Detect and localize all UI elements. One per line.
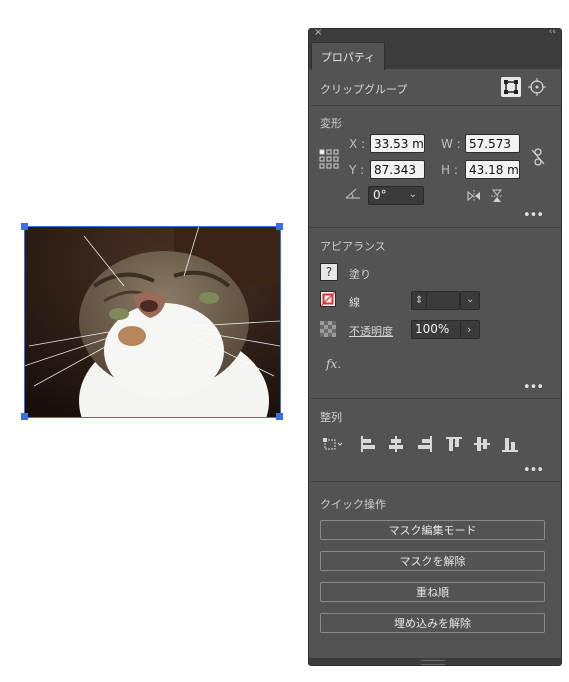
transform-section-title: 変形 bbox=[320, 117, 342, 130]
align-toolbar bbox=[322, 436, 552, 454]
quick-actions-section-title: クイック操作 bbox=[320, 498, 386, 511]
x-position-field[interactable]: 33.53 m bbox=[370, 134, 425, 153]
clip-group-image[interactable] bbox=[24, 226, 280, 417]
rotation-angle-select[interactable]: 0° ⌄ bbox=[368, 186, 424, 205]
align-vertical-center-icon[interactable] bbox=[474, 436, 490, 452]
reference-point-icon[interactable] bbox=[319, 149, 339, 169]
properties-panel: × ‹‹ プロパティ クリップグループ 変形 X : 33.53 m W : 5… bbox=[308, 28, 562, 666]
x-label: X : bbox=[349, 137, 366, 151]
align-to-selection-icon[interactable] bbox=[322, 436, 346, 452]
edit-mask-mode-button[interactable]: マスク編集モード bbox=[320, 520, 545, 540]
opacity-dropdown[interactable]: › bbox=[460, 320, 480, 339]
rotate-angle-icon bbox=[345, 186, 363, 200]
unembed-button[interactable]: 埋め込みを解除 bbox=[320, 613, 545, 633]
stroke-weight-field[interactable] bbox=[426, 291, 460, 310]
resize-handle-top-right[interactable] bbox=[276, 223, 283, 230]
divider bbox=[309, 398, 561, 399]
resize-handle-bottom-right[interactable] bbox=[276, 413, 283, 420]
stepper-arrows-icon: ⇕ bbox=[415, 295, 424, 306]
divider bbox=[309, 481, 561, 482]
appearance-section-title: アピアランス bbox=[320, 240, 386, 253]
flip-horizontal-icon[interactable] bbox=[466, 189, 482, 203]
panel-titlebar: × ‹‹ bbox=[309, 29, 561, 41]
y-position-field[interactable]: 87.343 bbox=[370, 160, 425, 179]
width-field[interactable]: 57.573 bbox=[465, 134, 520, 153]
divider bbox=[309, 227, 561, 228]
stroke-weight-stepper[interactable]: ⇕ bbox=[411, 291, 427, 310]
divider bbox=[309, 105, 561, 106]
stroke-color-swatch[interactable] bbox=[320, 291, 336, 307]
effects-fx-button[interactable]: fx. bbox=[326, 357, 341, 371]
rotation-angle-value: 0° bbox=[373, 188, 387, 202]
chevron-right-icon: › bbox=[467, 323, 472, 336]
w-label: W : bbox=[441, 137, 461, 151]
opacity-label[interactable]: 不透明度 bbox=[349, 323, 393, 339]
resize-handle-bottom-left[interactable] bbox=[21, 413, 28, 420]
arrange-order-button[interactable]: 重ね順 bbox=[320, 582, 545, 602]
opacity-field[interactable]: 100% bbox=[411, 320, 461, 339]
panel-tabbar: プロパティ bbox=[309, 41, 561, 70]
y-label: Y : bbox=[349, 163, 365, 177]
chevron-down-icon: ⌄ bbox=[466, 294, 475, 305]
stroke-weight-dropdown[interactable]: ⌄ bbox=[460, 291, 480, 310]
tab-properties[interactable]: プロパティ bbox=[311, 42, 385, 70]
stroke-label: 線 bbox=[349, 296, 360, 309]
fill-label: 塗り bbox=[349, 268, 371, 281]
cat-photo bbox=[24, 226, 280, 417]
height-field[interactable]: 43.18 m bbox=[465, 160, 520, 179]
align-section-title: 整列 bbox=[320, 411, 342, 424]
align-more-options-icon[interactable]: ••• bbox=[523, 463, 544, 478]
panel-resize-bar[interactable] bbox=[309, 658, 561, 665]
resize-grip-icon bbox=[421, 660, 445, 665]
chevron-down-icon: ⌄ bbox=[408, 189, 417, 200]
isolate-crosshair-icon[interactable] bbox=[528, 78, 546, 96]
constrain-proportions-icon[interactable] bbox=[531, 147, 545, 167]
fill-color-swatch[interactable]: ? bbox=[320, 263, 338, 281]
align-bottom-icon[interactable] bbox=[502, 436, 518, 452]
opacity-value: 100% bbox=[415, 322, 450, 336]
transform-more-options-icon[interactable]: ••• bbox=[523, 208, 544, 223]
align-right-icon[interactable] bbox=[416, 436, 432, 452]
close-panel-icon[interactable]: × bbox=[314, 29, 322, 38]
opacity-checker-icon bbox=[320, 321, 336, 337]
edit-contents-icon[interactable] bbox=[501, 77, 521, 97]
collapse-panel-icon[interactable]: ‹‹ bbox=[549, 29, 556, 37]
appearance-more-options-icon[interactable]: ••• bbox=[523, 380, 544, 395]
resize-handle-top-left[interactable] bbox=[21, 223, 28, 230]
h-label: H : bbox=[441, 163, 458, 177]
align-top-icon[interactable] bbox=[446, 436, 462, 452]
align-left-icon[interactable] bbox=[360, 436, 376, 452]
flip-vertical-icon[interactable] bbox=[490, 188, 504, 204]
object-type-label: クリップグループ bbox=[320, 83, 408, 96]
align-horizontal-center-icon[interactable] bbox=[388, 436, 404, 452]
release-mask-button[interactable]: マスクを解除 bbox=[320, 551, 545, 571]
